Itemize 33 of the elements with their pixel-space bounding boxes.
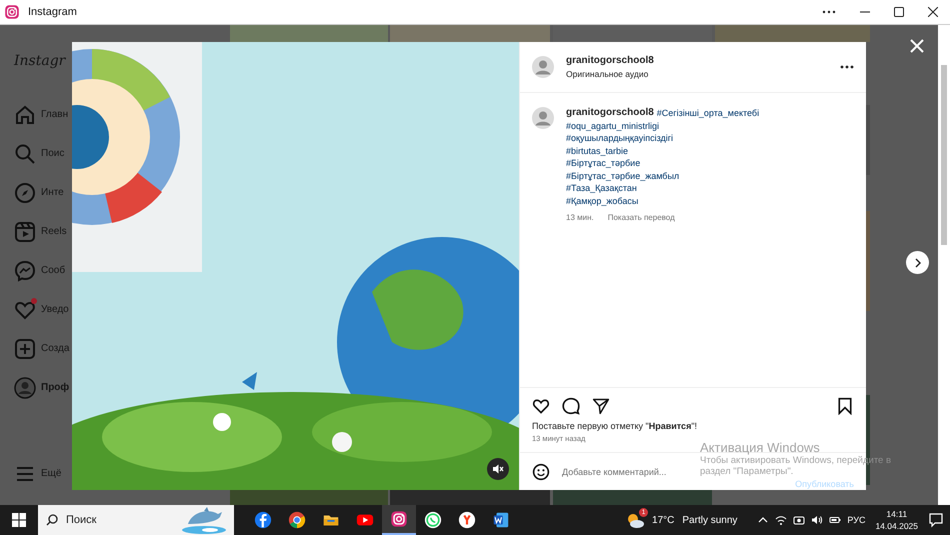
volume-icon[interactable]: [811, 514, 824, 526]
temperature: 17°C: [652, 514, 674, 526]
plus-icon: [14, 338, 36, 360]
document-icon: [492, 511, 510, 529]
app-icon: [254, 511, 272, 529]
maximize-icon[interactable]: [894, 7, 904, 17]
more-icon[interactable]: [822, 10, 836, 14]
windows-icon[interactable]: [12, 513, 26, 527]
avatar-icon: [14, 376, 36, 398]
app-icon: [458, 511, 476, 529]
notification-icon[interactable]: [928, 512, 944, 528]
search-icon: [46, 514, 58, 526]
language-indicator[interactable]: РУС: [847, 515, 866, 525]
home-icon: [14, 104, 36, 126]
close-icon[interactable]: [928, 7, 938, 17]
search-field[interactable]: Поиск: [66, 514, 146, 526]
compass-icon: [14, 182, 36, 204]
search-icon: [14, 142, 36, 164]
taskbar-app[interactable]: [382, 505, 416, 535]
window-title: Instagram: [28, 6, 78, 18]
weather-icon: [626, 511, 644, 529]
video-icon: [14, 220, 36, 242]
app-icon: [424, 511, 442, 529]
app-icon: [390, 510, 408, 528]
app-icon: [288, 511, 306, 529]
chat-bubble-icon: [14, 260, 36, 282]
camera-icon[interactable]: [793, 514, 806, 526]
clock[interactable]: 14:11 14.04.2025: [875, 509, 918, 531]
logo: Instagr: [14, 53, 66, 69]
wifi-icon[interactable]: [775, 514, 788, 526]
weather-text: Partly sunny: [682, 514, 738, 526]
battery-icon[interactable]: [829, 514, 842, 526]
instagram-icon: [4, 4, 20, 20]
